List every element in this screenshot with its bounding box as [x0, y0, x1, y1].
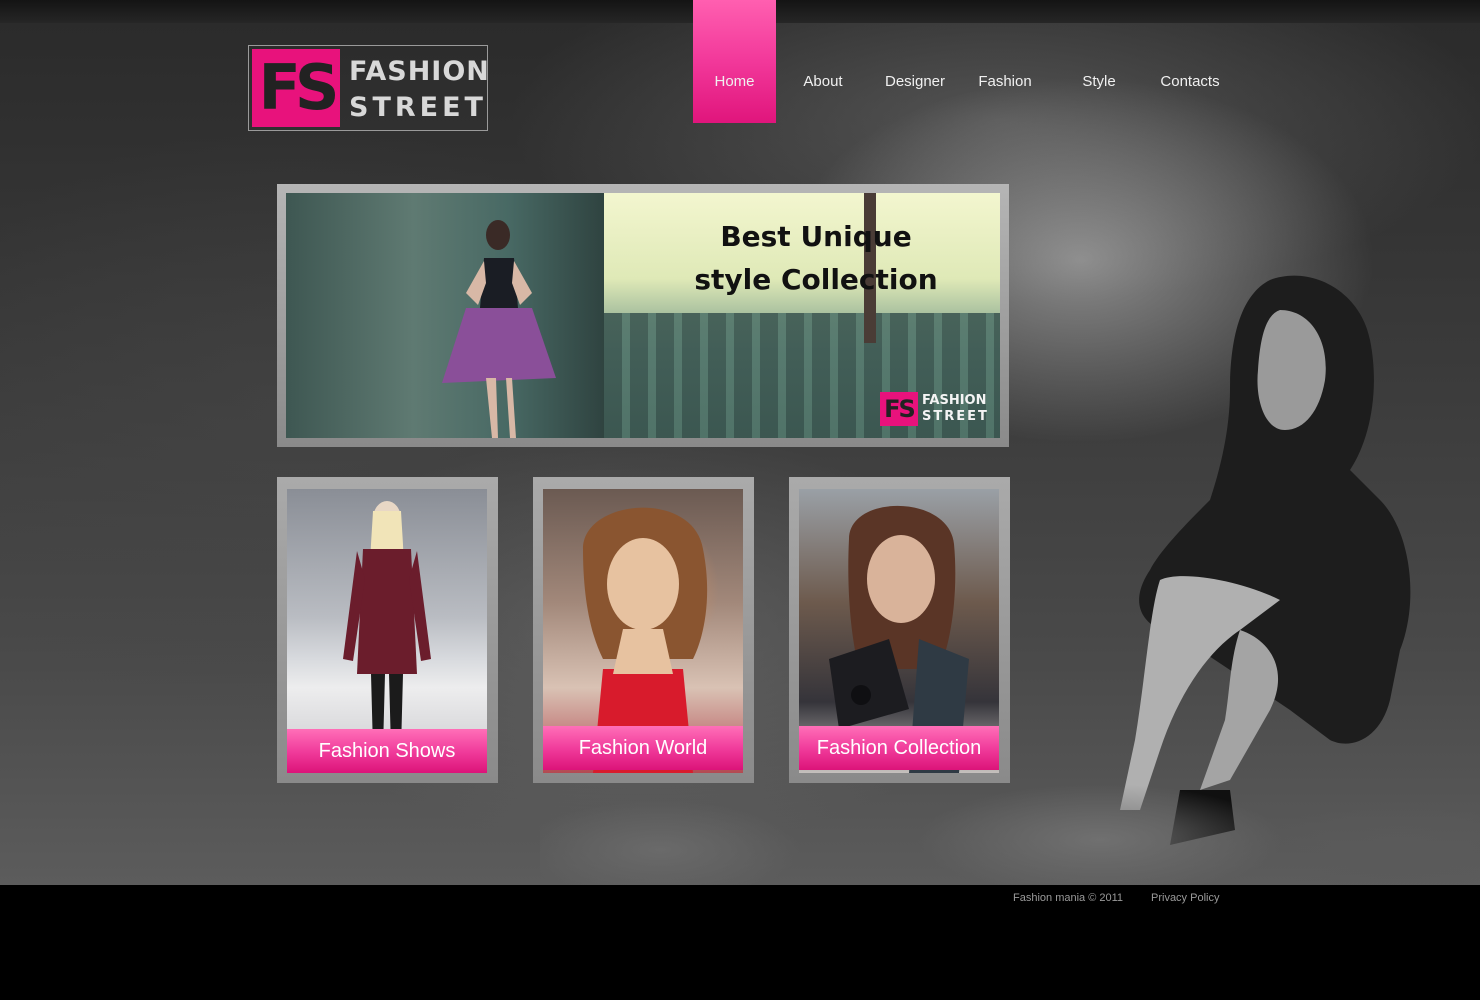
card-label-fashion-collection: Fashion Collection	[799, 726, 999, 770]
nav-style[interactable]: Style	[1067, 0, 1131, 123]
privacy-policy-link[interactable]: Privacy Policy	[1151, 892, 1219, 904]
card-label-fashion-world: Fashion World	[543, 726, 743, 770]
hero-background: FS FASHION STREET Home About Designer Fa…	[0, 0, 1480, 885]
nav-home[interactable]: Home	[693, 0, 776, 123]
nav-fashion[interactable]: Fashion	[969, 0, 1041, 123]
nav-designer[interactable]: Designer	[875, 0, 955, 123]
logo-mark: FS	[252, 49, 340, 127]
logo-word-fashion: FASHION	[349, 56, 490, 87]
card-label-fashion-shows: Fashion Shows	[287, 729, 487, 773]
logo-word-street: STREET	[349, 92, 487, 123]
banner-title: Best Unique style Collection	[666, 215, 966, 301]
nav-about[interactable]: About	[789, 0, 857, 123]
logo-mark-text: FS	[258, 51, 339, 124]
footer-copyright: Fashion mania © 2011	[1013, 892, 1124, 904]
banner-model	[442, 220, 556, 438]
banner-frame: Best Unique style Collection FS FASHION …	[277, 184, 1009, 447]
card-fashion-world[interactable]: Fashion World	[533, 477, 754, 783]
nav-contacts[interactable]: Contacts	[1153, 0, 1227, 123]
banner[interactable]: Best Unique style Collection FS FASHION …	[286, 193, 1000, 438]
banner-logo-word-street: STREET	[922, 409, 989, 424]
banner-logo: FS FASHION STREET	[880, 389, 990, 429]
banner-title-line2: style Collection	[694, 263, 938, 296]
banner-title-line1: Best Unique	[720, 220, 912, 253]
card-fashion-shows[interactable]: Fashion Shows	[277, 477, 498, 783]
footer: Fashion mania © 2011 Privacy Policy	[0, 885, 1480, 1000]
banner-logo-mark: FS	[880, 392, 918, 426]
site-logo[interactable]: FS FASHION STREET	[248, 45, 490, 131]
banner-logo-word-fashion: FASHION	[922, 393, 987, 408]
card-fashion-collection[interactable]: Fashion Collection	[789, 477, 1010, 783]
